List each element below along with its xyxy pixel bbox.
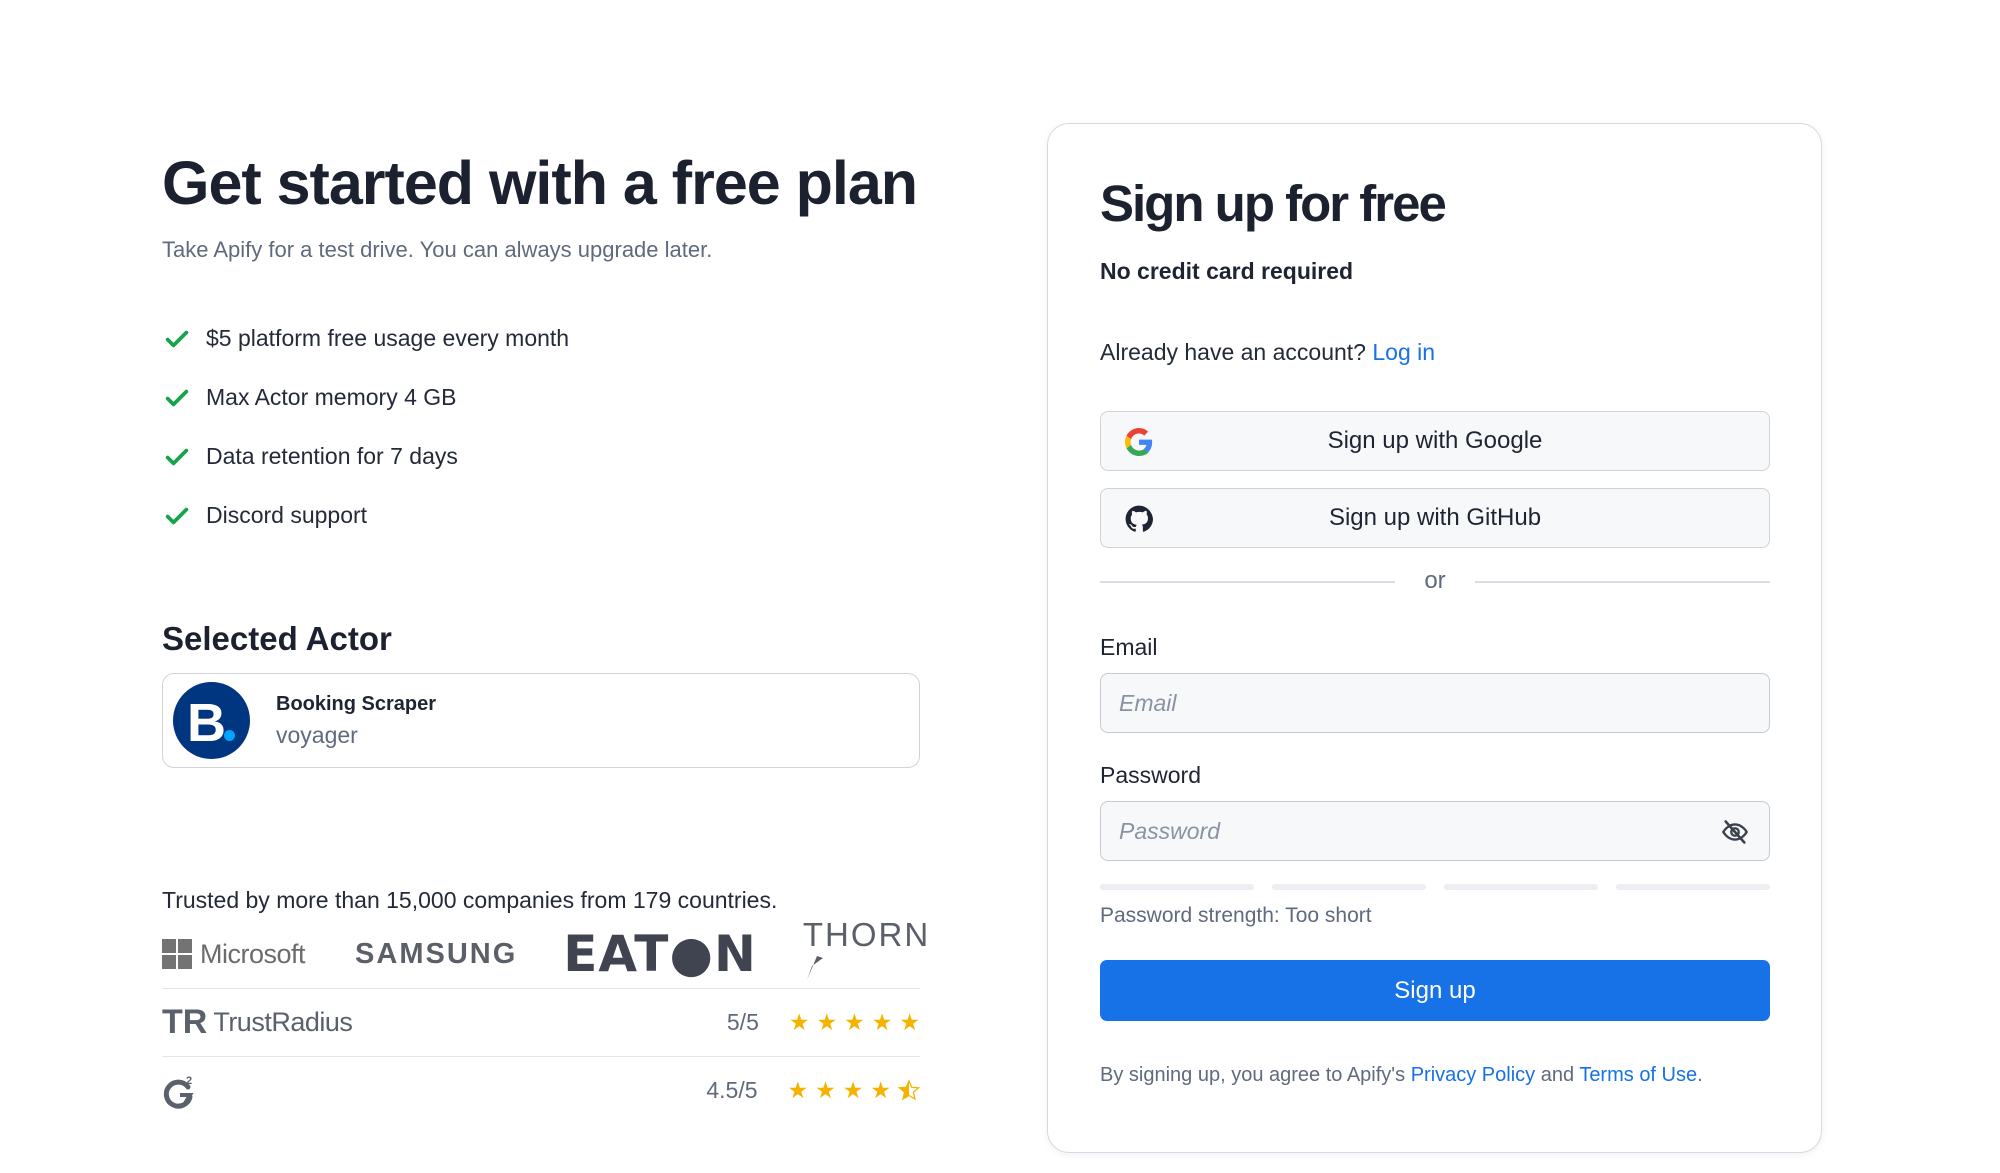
terms-of-use-link[interactable]: Terms of Use <box>1579 1064 1697 1086</box>
star-icon: ★ <box>844 1009 865 1035</box>
google-icon <box>1125 428 1153 456</box>
or-divider: or <box>1100 567 1770 597</box>
star-icon: ★ <box>816 1009 838 1035</box>
terms-text: By signing up, you agree to Apify's Priv… <box>1100 1064 1703 1086</box>
privacy-policy-link[interactable]: Privacy Policy <box>1411 1064 1535 1086</box>
actor-author: voyager <box>276 721 358 748</box>
email-input[interactable] <box>1101 674 1769 732</box>
rating-score: 4.5/5 <box>706 1077 758 1103</box>
eye-slash-icon[interactable] <box>1721 818 1749 846</box>
signup-card: Sign up for free No credit card required… <box>1047 123 1822 1153</box>
company-logos: Microsoft SAMSUNG EAT●N THORN <box>162 916 928 986</box>
microsoft-logo: Microsoft <box>162 939 306 970</box>
check-icon <box>162 442 192 472</box>
password-strength-text: Password strength: Too short <box>1100 904 1372 927</box>
email-label: Email <box>1100 634 1158 660</box>
feature-text: Data retention for 7 days <box>206 443 458 470</box>
check-icon <box>162 501 192 531</box>
feature-item: Max Actor memory 4 GB <box>162 368 920 427</box>
trustradius-icon: TR <box>162 1003 208 1041</box>
signup-button[interactable]: Sign up <box>1100 960 1770 1021</box>
windows-icon <box>162 939 192 969</box>
page-title: Get started with a free plan <box>162 149 918 217</box>
google-signup-button[interactable]: Sign up with Google <box>1100 411 1770 471</box>
thorn-mark-icon <box>806 956 823 980</box>
star-icon: ★ <box>870 1077 891 1103</box>
feature-text: $5 platform free usage every month <box>206 325 570 352</box>
google-button-label: Sign up with Google <box>1327 427 1543 454</box>
samsung-logo: SAMSUNG <box>355 937 518 970</box>
star-icon: ★ <box>899 1009 920 1035</box>
star-icon: ★ <box>871 1009 893 1035</box>
password-strength-meter <box>1100 884 1770 890</box>
selected-actor-title: Selected Actor <box>162 620 392 657</box>
email-field-wrapper <box>1100 673 1770 733</box>
rating-row-g2: 2 4.5/5 ★ ★ ★ ★ <box>162 1056 920 1124</box>
login-link[interactable]: Log in <box>1372 339 1435 365</box>
rating-stars: ★ ★ ★ ★ ★ <box>789 1011 920 1034</box>
no-credit-card-note: No credit card required <box>1100 258 1354 284</box>
feature-text: Discord support <box>206 502 368 529</box>
password-field-wrapper <box>1100 801 1770 861</box>
page-subtitle: Take Apify for a test drive. You can alw… <box>162 237 713 263</box>
plan-intro: Get started with a free plan Take Apify … <box>162 149 928 1109</box>
feature-item: Discord support <box>162 486 920 545</box>
feature-item: Data retention for 7 days <box>162 427 920 486</box>
signup-title: Sign up for free <box>1100 175 1447 232</box>
check-icon <box>162 383 192 413</box>
feature-text: Max Actor memory 4 GB <box>206 384 457 411</box>
star-icon: ★ <box>787 1077 809 1103</box>
booking-logo-icon: B <box>173 682 250 759</box>
star-icon: ★ <box>842 1077 864 1103</box>
github-signup-button[interactable]: Sign up with GitHub <box>1100 488 1770 548</box>
rating-stars: ★ ★ ★ ★ <box>787 1077 920 1103</box>
have-account-text: Already have an account? Log in <box>1100 339 1436 365</box>
trustradius-logo: TR TrustRadius <box>162 1003 353 1041</box>
github-icon <box>1125 505 1153 532</box>
selected-actor-card[interactable]: B Booking Scraper voyager <box>162 673 920 768</box>
rating-row-trustradius: TR TrustRadius 5/5 ★ ★ ★ ★ ★ <box>162 988 920 1056</box>
star-icon: ★ <box>815 1077 836 1103</box>
feature-list: $5 platform free usage every month Max A… <box>162 309 920 545</box>
password-label: Password <box>1100 762 1201 788</box>
trusted-by-text: Trusted by more than 15,000 companies fr… <box>162 887 778 913</box>
half-star-icon <box>898 1079 920 1101</box>
github-button-label: Sign up with GitHub <box>1328 504 1542 531</box>
password-input[interactable] <box>1101 802 1769 860</box>
g2-logo-icon: 2 <box>163 1075 194 1109</box>
eaton-logo: EAT●N <box>563 925 757 983</box>
check-icon <box>162 324 192 354</box>
star-icon: ★ <box>788 1009 810 1035</box>
feature-item: $5 platform free usage every month <box>162 309 920 368</box>
thorn-logo: THORN <box>803 916 930 992</box>
svg-text:2: 2 <box>186 1075 192 1087</box>
actor-name: Booking Scraper <box>276 692 437 715</box>
rating-score: 5/5 <box>726 1009 759 1035</box>
